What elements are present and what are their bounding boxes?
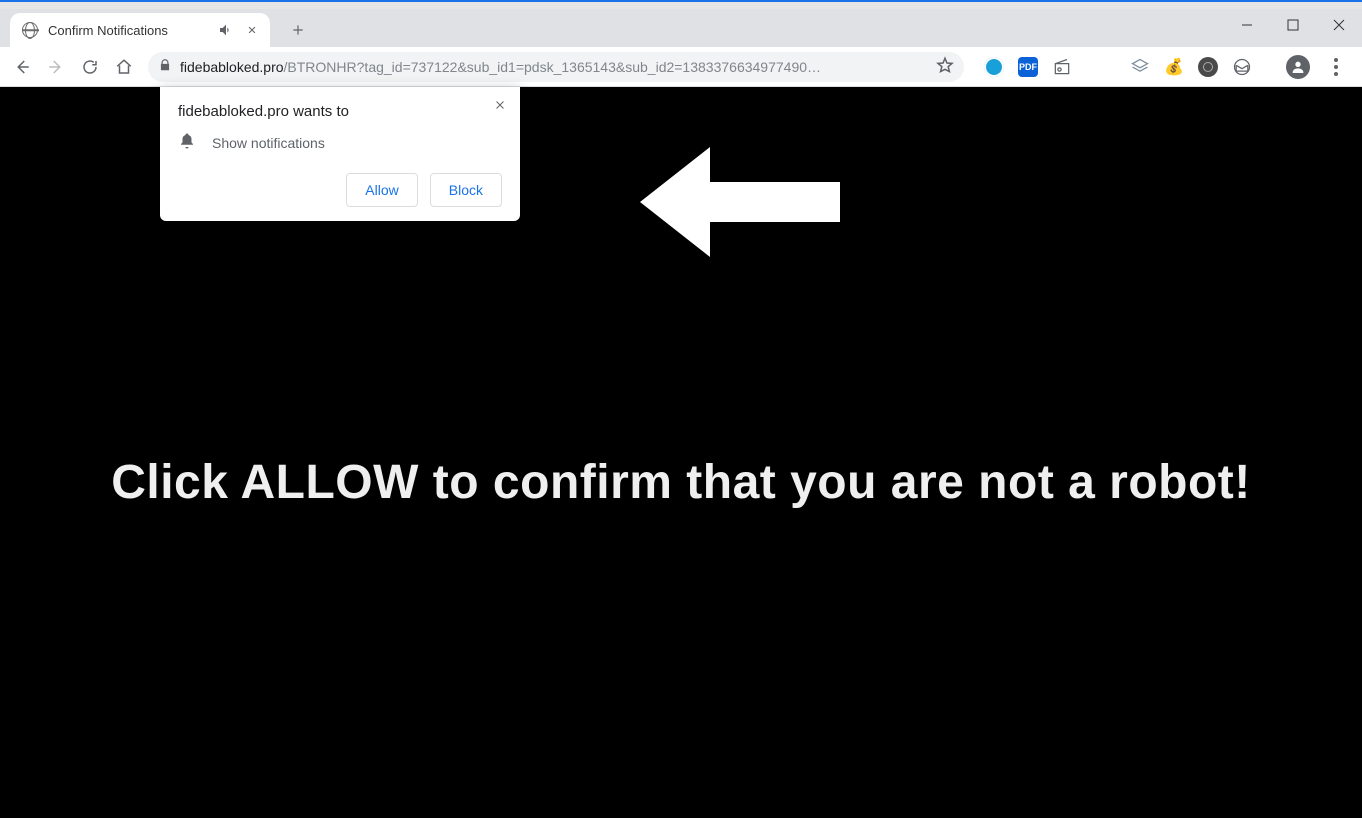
dialog-close-icon[interactable]	[490, 95, 510, 115]
lock-icon	[158, 58, 172, 75]
tab-title: Confirm Notifications	[48, 23, 208, 38]
mute-icon[interactable]	[218, 22, 234, 38]
extension-icon[interactable]	[984, 57, 1004, 77]
extensions-row: PDF 💰	[974, 55, 1354, 79]
new-tab-button[interactable]	[284, 16, 312, 44]
title-bar	[0, 0, 1362, 9]
dialog-body-text: Show notifications	[212, 135, 325, 151]
dialog-body-row: Show notifications	[178, 132, 502, 153]
back-button[interactable]	[8, 53, 36, 81]
minimize-button[interactable]	[1224, 9, 1270, 41]
url-host: fidebabloked.pro	[180, 59, 284, 75]
reload-button[interactable]	[76, 53, 104, 81]
forward-button[interactable]	[42, 53, 70, 81]
page-headline: Click ALLOW to confirm that you are not …	[81, 455, 1281, 510]
url-text: fidebabloked.pro/BTRONHR?tag_id=737122&s…	[180, 59, 928, 75]
pdf-extension-icon[interactable]: PDF	[1018, 57, 1038, 77]
dialog-actions: Allow Block	[178, 173, 502, 207]
block-button[interactable]: Block	[430, 173, 502, 207]
allow-button[interactable]: Allow	[346, 173, 417, 207]
globe-icon	[22, 22, 38, 38]
dialog-title: fidebabloked.pro wants to	[178, 103, 502, 120]
close-window-button[interactable]	[1316, 9, 1362, 41]
bell-icon	[178, 132, 196, 153]
browser-tab[interactable]: Confirm Notifications	[10, 13, 270, 47]
home-button[interactable]	[110, 53, 138, 81]
bookmark-star-icon[interactable]	[936, 56, 954, 77]
radio-extension-icon[interactable]	[1052, 57, 1072, 77]
profile-avatar-icon[interactable]	[1286, 55, 1310, 79]
tab-strip: Confirm Notifications	[0, 9, 1362, 47]
maximize-button[interactable]	[1270, 9, 1316, 41]
url-path: /BTRONHR?tag_id=737122&sub_id1=pdsk_1365…	[284, 59, 821, 75]
notification-permission-dialog: fidebabloked.pro wants to Show notificat…	[160, 87, 520, 221]
address-bar[interactable]: fidebabloked.pro/BTRONHR?tag_id=737122&s…	[148, 52, 964, 82]
moneybag-extension-icon[interactable]: 💰	[1164, 57, 1184, 77]
window-controls	[1224, 9, 1362, 41]
close-tab-icon[interactable]	[244, 22, 260, 38]
mail-extension-icon[interactable]	[1232, 57, 1252, 77]
layers-extension-icon[interactable]	[1130, 57, 1150, 77]
arrow-left-icon	[640, 147, 840, 257]
recorder-extension-icon[interactable]	[1198, 57, 1218, 77]
browser-toolbar: fidebabloked.pro/BTRONHR?tag_id=737122&s…	[0, 47, 1362, 87]
kebab-menu-icon[interactable]	[1324, 58, 1348, 76]
